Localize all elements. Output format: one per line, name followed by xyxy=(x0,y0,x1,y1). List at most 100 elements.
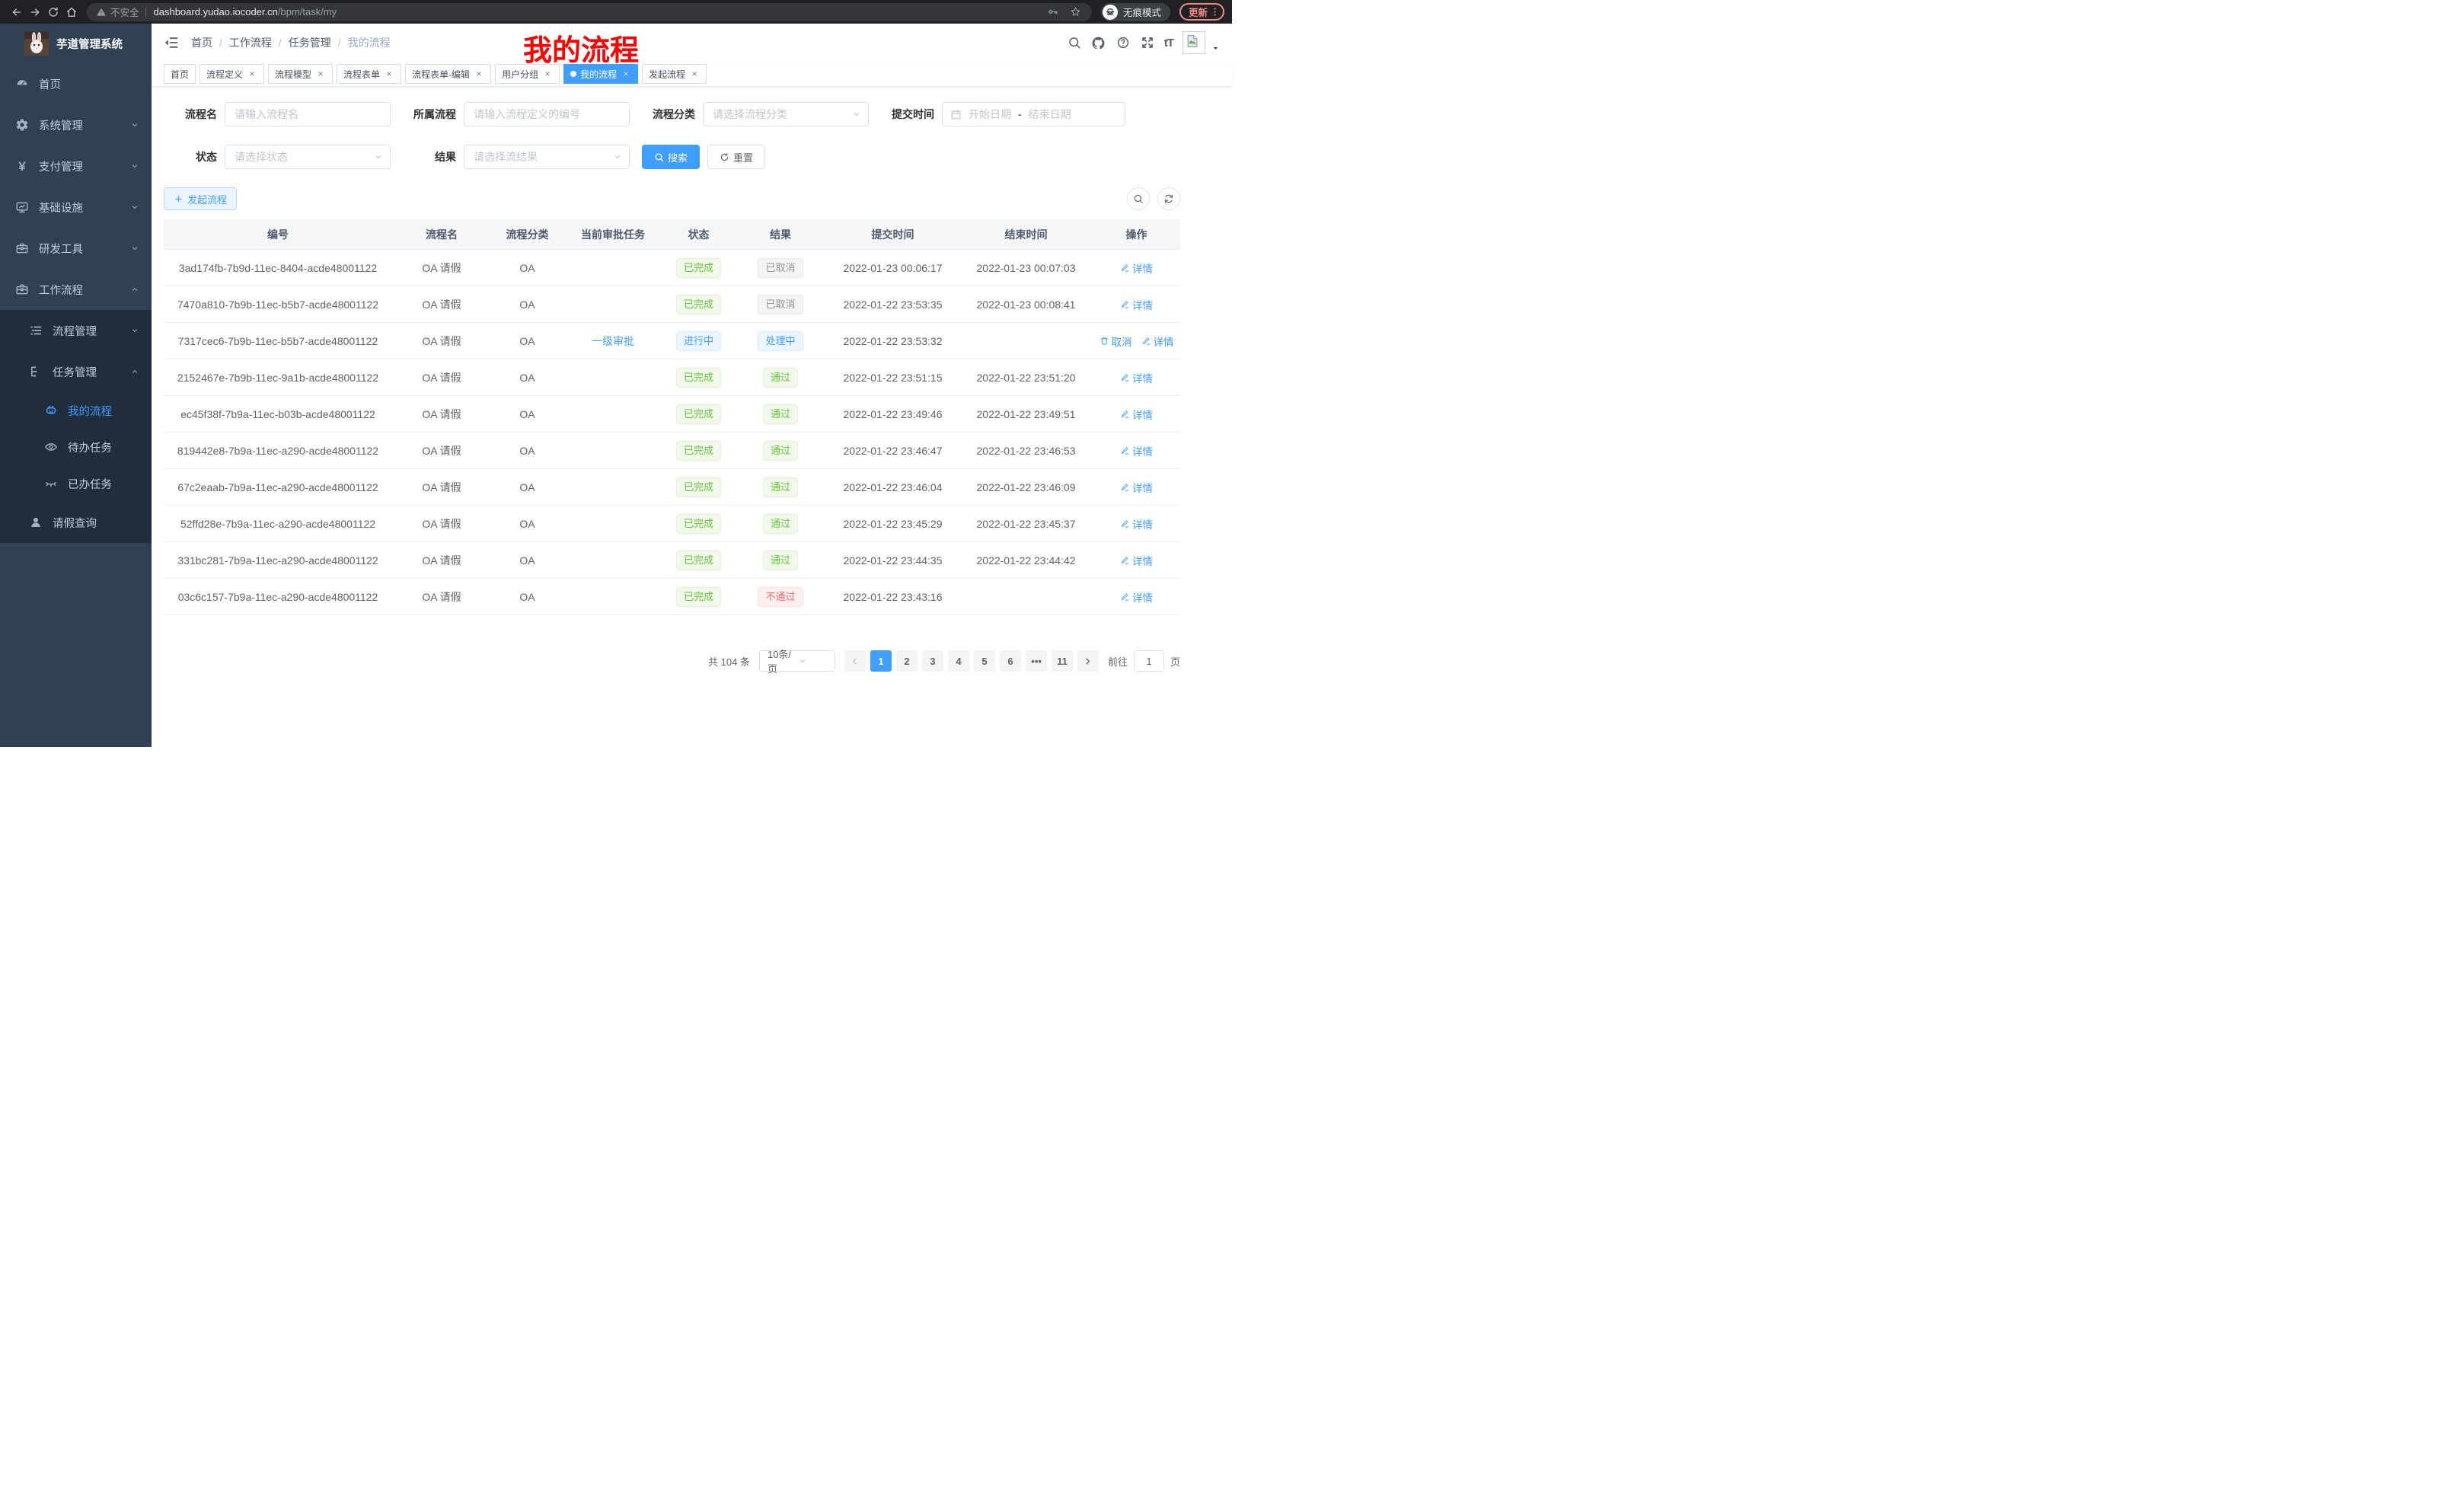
process-id: 331bc281-7b9a-11ec-a290-acde48001122 xyxy=(177,554,378,567)
sidebar-fold-icon[interactable] xyxy=(164,35,179,50)
sidebar-item-payment-management[interactable]: ¥支付管理 xyxy=(0,145,152,187)
name-input[interactable] xyxy=(225,102,391,126)
status-cell: 已完成 xyxy=(662,368,735,388)
pager-page[interactable]: 3 xyxy=(922,650,943,672)
detail-link[interactable]: 详情 xyxy=(1141,334,1174,349)
pager-page[interactable]: 6 xyxy=(1000,650,1021,672)
process-name: OA 请假 xyxy=(422,262,461,274)
tab-process-form[interactable]: 流程表单× xyxy=(337,64,401,84)
sidebar-item-done-tasks[interactable]: 已办任务 xyxy=(0,465,152,502)
actions-cell: 详情 xyxy=(1093,553,1180,568)
sidebar-item-system-management[interactable]: 系统管理 xyxy=(0,104,152,145)
reset-button[interactable]: 重置 xyxy=(707,145,765,169)
detail-link[interactable]: 详情 xyxy=(1120,480,1153,495)
key-icon[interactable] xyxy=(1045,4,1061,21)
pager-page[interactable]: 4 xyxy=(948,650,969,672)
pager-page[interactable]: 1 xyxy=(870,650,892,672)
url-host[interactable]: dashboard.yudao.iocoder.cn xyxy=(154,6,278,18)
detail-link[interactable]: 详情 xyxy=(1120,589,1153,605)
column-header: 流程名 xyxy=(392,227,491,242)
update-button[interactable]: 更新 xyxy=(1179,3,1224,21)
app-logo-row[interactable]: 芋道管理系统 xyxy=(0,30,152,57)
font-size-icon[interactable]: tT xyxy=(1164,37,1173,49)
status-badge: 已完成 xyxy=(676,258,721,278)
close-icon[interactable]: × xyxy=(474,69,484,79)
star-icon[interactable] xyxy=(1068,4,1084,21)
detail-link[interactable]: 详情 xyxy=(1120,407,1153,422)
status-select[interactable]: 请选择状态 xyxy=(225,145,391,169)
refresh-icon[interactable] xyxy=(1157,187,1180,210)
sidebar-item-dev-tools[interactable]: 研发工具 xyxy=(0,228,152,269)
close-icon[interactable]: × xyxy=(315,69,326,79)
search-icon[interactable] xyxy=(1067,35,1082,50)
update-label[interactable]: 更新 xyxy=(1189,5,1208,19)
process-category-cell: OA xyxy=(491,518,563,530)
sidebar-item-process-management[interactable]: 流程管理 xyxy=(0,310,152,351)
action-label: 详情 xyxy=(1132,370,1153,385)
result-select[interactable]: 请选择流结果 xyxy=(464,145,630,169)
date-range-picker[interactable]: 开始日期 - 结束日期 xyxy=(942,102,1125,126)
detail-link[interactable]: 详情 xyxy=(1120,370,1153,385)
sidebar-item-infrastructure[interactable]: 基础设施 xyxy=(0,187,152,228)
goto-page-input[interactable] xyxy=(1134,650,1164,672)
page-content: 流程名 所属流程 流程分类 请选择流程分类 提交时间 xyxy=(152,87,1180,672)
detail-link[interactable]: 详情 xyxy=(1120,553,1153,568)
tab-label: 流程模型 xyxy=(275,68,311,81)
category-select[interactable]: 请选择流程分类 xyxy=(703,102,869,126)
tab-process-definition[interactable]: 流程定义× xyxy=(199,64,264,84)
back-arrow-icon[interactable] xyxy=(8,3,26,21)
detail-link[interactable]: 详情 xyxy=(1120,297,1153,312)
breadcrumb-item[interactable]: 首页 xyxy=(191,35,212,50)
sidebar-item-todo-tasks[interactable]: 待办任务 xyxy=(0,429,152,465)
security-label[interactable]: 不安全 xyxy=(110,5,139,19)
help-icon[interactable] xyxy=(1116,35,1131,50)
reload-icon[interactable] xyxy=(44,3,62,21)
github-icon[interactable] xyxy=(1091,35,1106,50)
fullscreen-icon[interactable] xyxy=(1140,35,1155,50)
close-icon[interactable]: × xyxy=(542,69,553,79)
detail-link[interactable]: 详情 xyxy=(1120,516,1153,532)
pager-more[interactable]: ••• xyxy=(1026,650,1047,672)
close-icon[interactable]: × xyxy=(247,69,257,79)
pager-page[interactable]: 5 xyxy=(974,650,995,672)
sidebar-item-workflow[interactable]: 工作流程 xyxy=(0,269,152,310)
result-cell: 通过 xyxy=(735,368,826,388)
forward-arrow-icon[interactable] xyxy=(26,3,44,21)
sidebar-item-leave-query[interactable]: 请假查询 xyxy=(0,502,152,543)
current-task-link[interactable]: 一级审批 xyxy=(592,335,634,347)
pager-prev[interactable] xyxy=(844,650,866,672)
tab-home[interactable]: 首页 xyxy=(164,64,196,84)
pager-next[interactable] xyxy=(1077,650,1099,672)
show-search-icon[interactable] xyxy=(1127,187,1150,210)
home-icon[interactable] xyxy=(62,3,81,21)
tab-start-process[interactable]: 发起流程× xyxy=(642,64,707,84)
pager-page[interactable]: 2 xyxy=(896,650,918,672)
close-icon[interactable]: × xyxy=(384,69,394,79)
close-icon[interactable]: × xyxy=(621,69,631,79)
sidebar-item-task-management[interactable]: 任务管理 xyxy=(0,351,152,392)
address-bar[interactable]: 不安全 dashboard.yudao.iocoder.cn/bpm/task/… xyxy=(87,3,1092,21)
tab-process-form-edit[interactable]: 流程表单-编辑× xyxy=(405,64,491,84)
definition-input[interactable] xyxy=(464,102,630,126)
kebab-menu-icon[interactable] xyxy=(1209,6,1221,18)
search-button[interactable]: 搜索 xyxy=(642,145,700,169)
result-cell: 通过 xyxy=(735,551,826,570)
cancel-link[interactable]: 取消 xyxy=(1100,334,1132,349)
breadcrumb-item[interactable]: 工作流程 xyxy=(229,35,272,50)
tab-process-model[interactable]: 流程模型 × xyxy=(268,64,333,84)
detail-link[interactable]: 详情 xyxy=(1120,443,1153,458)
pager-page[interactable]: 11 xyxy=(1052,650,1073,672)
caret-down-icon[interactable] xyxy=(1211,44,1220,53)
start-process-button[interactable]: 发起流程 xyxy=(164,187,237,210)
filter-buttons: 搜索 重置 xyxy=(642,145,765,169)
sidebar-item-home[interactable]: 首页 xyxy=(0,63,152,104)
security-warning-icon[interactable] xyxy=(96,7,107,18)
page-size-select[interactable]: 10条/页 xyxy=(759,650,835,672)
breadcrumb-separator: / xyxy=(279,37,282,49)
sidebar-item-my-process[interactable]: 我的流程 xyxy=(0,392,152,429)
detail-link[interactable]: 详情 xyxy=(1120,260,1153,276)
breadcrumb-item[interactable]: 任务管理 xyxy=(289,35,331,50)
close-icon[interactable]: × xyxy=(689,69,700,79)
avatar[interactable] xyxy=(1183,31,1205,54)
url-path[interactable]: /bpm/task/my xyxy=(278,6,337,18)
